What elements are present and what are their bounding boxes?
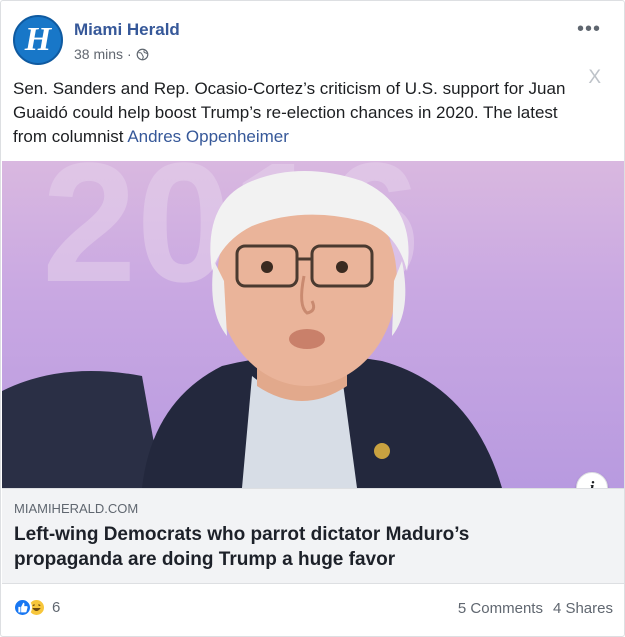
miami-herald-logo-icon[interactable]: H xyxy=(13,15,63,65)
post-header: H Miami Herald 38 mins · ••• X xyxy=(13,15,613,88)
avatar-letter: H xyxy=(24,21,52,58)
post-timestamp[interactable]: 38 mins xyxy=(74,46,123,62)
link-preview[interactable]: MIAMIHERALD.COM Left-wing Democrats who … xyxy=(2,488,624,584)
preview-headline[interactable]: Left-wing Democrats who parrot dictator … xyxy=(14,522,574,572)
meta-separator: · xyxy=(127,46,132,62)
globe-icon xyxy=(136,48,149,60)
post-message-text: Sen. Sanders and Rep. Ocasio-Cortez’s cr… xyxy=(13,79,566,146)
reactions-summary[interactable]: 6 xyxy=(13,598,60,617)
thumbs-up-glyph xyxy=(18,602,28,613)
portrait-photo: 2016 xyxy=(2,161,502,488)
engagement-counts: 5 Comments 4 Shares xyxy=(458,600,613,617)
post-message: Sen. Sanders and Rep. Ocasio-Cortez’s cr… xyxy=(13,77,588,149)
post-meta: 38 mins · xyxy=(74,46,149,62)
page-name-link[interactable]: Miami Herald xyxy=(74,20,180,40)
shares-count-link[interactable]: 4 Shares xyxy=(553,600,613,617)
close-icon[interactable]: X xyxy=(588,67,601,89)
article-image[interactable]: 2016 xyxy=(2,161,624,488)
comments-count-link[interactable]: 5 Comments xyxy=(458,600,543,617)
columnist-link[interactable]: Andres Oppenheimer xyxy=(127,127,289,146)
post-card: H Miami Herald 38 mins · ••• X Sen. Sand… xyxy=(0,0,625,637)
post-footer: 6 5 Comments 4 Shares xyxy=(13,598,613,622)
more-options-icon[interactable]: ••• xyxy=(577,19,601,39)
preview-domain: MIAMIHERALD.COM xyxy=(14,501,139,516)
like-reaction-icon xyxy=(13,598,32,617)
reaction-count: 6 xyxy=(52,599,61,616)
